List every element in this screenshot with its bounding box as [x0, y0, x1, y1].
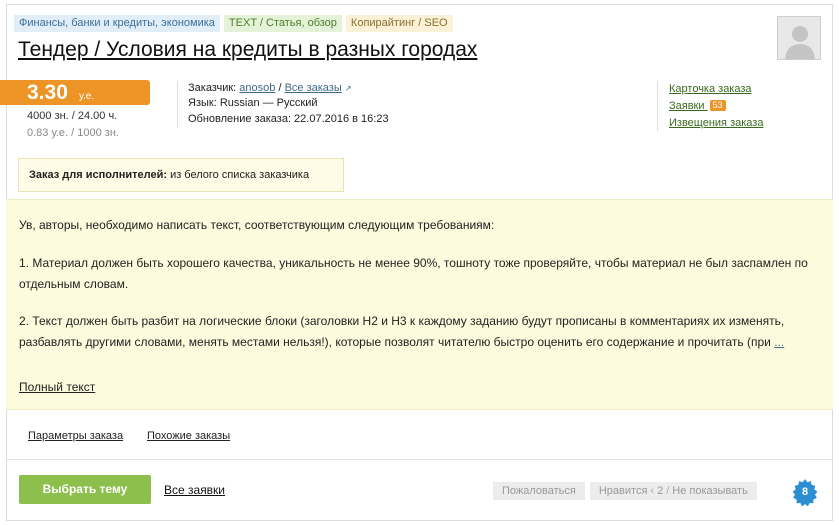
badge-count: 8 [801, 486, 809, 498]
description-paragraph: Ув, авторы, необходимо написать текст, с… [19, 218, 495, 232]
tab-similar-orders[interactable]: Похожие заказы [147, 430, 230, 442]
all-bids-link[interactable]: Все заявки [164, 483, 225, 497]
all-orders-link[interactable]: Все заказы [285, 82, 342, 94]
like-button[interactable]: Нравится ‹ 2/Не показывать [589, 482, 757, 500]
notice-value: из белого списка заказчика [170, 169, 310, 181]
gear-badge-icon[interactable]: 8 [791, 478, 819, 507]
tag-type[interactable]: TEXT / Статья, обзор [223, 15, 342, 32]
order-title[interactable]: Тендер / Условия на кредиты в разных гор… [18, 38, 477, 62]
order-description: Ув, авторы, необходимо написать текст, с… [6, 199, 833, 410]
customer-label: Заказчик: [188, 82, 237, 94]
more-link[interactable]: ... [774, 335, 784, 349]
complain-button[interactable]: Пожаловаться [493, 482, 585, 500]
divider [177, 81, 178, 128]
price-amount: 3.30 [27, 81, 68, 104]
choose-topic-button[interactable]: Выбрать тему [19, 475, 151, 504]
full-text-link[interactable]: Полный текст [19, 380, 95, 394]
updated-line: Обновление заказа: 22.07.2016 в 16:23 [188, 113, 389, 125]
user-avatar-icon[interactable] [777, 16, 821, 60]
action-buttons: Пожаловаться Нравится ‹ 2/Не показывать [493, 482, 757, 500]
tab-order-params[interactable]: Параметры заказа [28, 430, 123, 442]
description-text: 2. Текст должен быть разбит на логически… [19, 314, 785, 349]
notice-label: Заказ для исполнителей: [29, 169, 167, 181]
like-label: Нравится [598, 485, 648, 497]
like-sep-icon: / [666, 485, 670, 497]
tag-skill[interactable]: Копирайтинг / SEO [345, 15, 453, 32]
price-badge: 3.30 у.е. [0, 80, 150, 105]
hide-button[interactable]: Не показывать [672, 485, 748, 497]
external-link-icon: ↗ [344, 84, 352, 93]
customer-line: Заказчик: anosob / Все заказы ↗ [188, 82, 352, 94]
volume-time: 4000 зн. / 24.00 ч. [27, 110, 118, 122]
order-notices-link[interactable]: Извещения заказа [669, 117, 763, 129]
price-currency: у.е. [79, 91, 95, 102]
description-paragraph: 2. Текст должен быть разбит на логически… [19, 311, 814, 353]
description-paragraph: 1. Материал должен быть хорошего качеств… [19, 256, 808, 291]
customer-link[interactable]: anosob [239, 82, 275, 94]
bids-link[interactable]: Заявки [669, 100, 705, 112]
tag-category[interactable]: Финансы, банки и кредиты, экономика [14, 15, 220, 32]
price-rate: 0.83 у.е. / 1000 зн. [27, 127, 119, 139]
category-tags: Финансы, банки и кредиты, экономика TEXT… [14, 15, 453, 32]
like-sep-icon: ‹ [650, 485, 655, 497]
language-line: Язык: Russian — Русский [188, 97, 318, 109]
divider [7, 459, 832, 460]
customer-sep: / [278, 82, 282, 94]
bids-link-row[interactable]: Заявки 53 [669, 100, 726, 112]
bids-count-badge: 53 [709, 100, 726, 111]
order-card-link[interactable]: Карточка заказа [669, 83, 752, 95]
executor-notice: Заказ для исполнителей: из белого списка… [18, 158, 344, 192]
divider [657, 81, 658, 131]
